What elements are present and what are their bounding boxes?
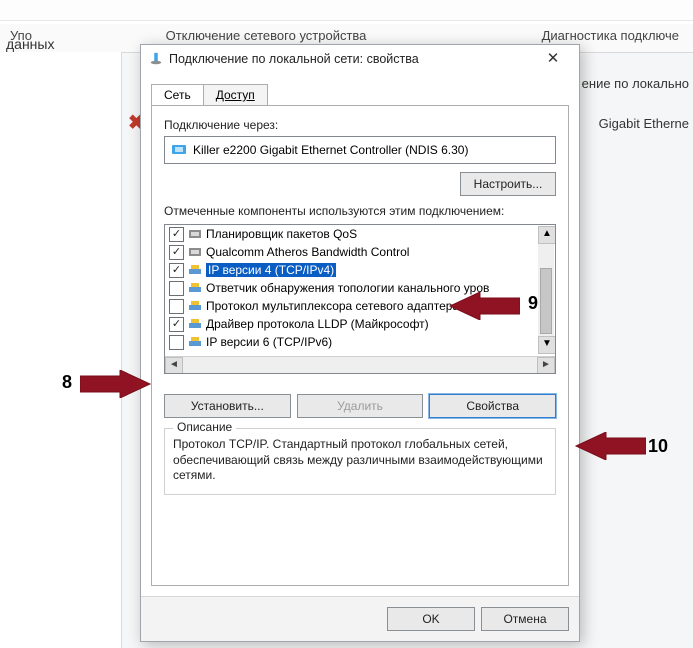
checkbox[interactable] xyxy=(169,335,184,350)
protocol-icon xyxy=(188,335,202,349)
bg-right-text-2: Gigabit Etherne xyxy=(599,116,689,131)
list-item[interactable]: Ответчик обнаружения топологии канальног… xyxy=(165,279,555,297)
description-group: Описание Протокол TCP/IP. Стандартный пр… xyxy=(164,428,556,495)
protocol-icon xyxy=(188,281,202,295)
scroll-thumb[interactable] xyxy=(540,268,552,334)
checkbox[interactable] xyxy=(169,299,184,314)
network-icon xyxy=(149,52,163,66)
protocol-icon xyxy=(188,299,202,313)
list-item[interactable]: Qualcomm Atheros Bandwidth Control xyxy=(165,243,555,261)
checkbox[interactable] xyxy=(169,263,184,278)
description-text: Протокол TCP/IP. Стандартный протокол гл… xyxy=(173,437,547,484)
bg-right-text-1: ение по локально xyxy=(582,76,689,91)
list-item-text: IP версии 6 (TCP/IPv6) xyxy=(206,335,332,349)
scroll-right-arrow[interactable]: ► xyxy=(537,357,555,374)
list-item[interactable]: Протокол мультиплексора сетевого адаптер… xyxy=(165,297,555,315)
list-item-text: Планировщик пакетов QoS xyxy=(206,227,357,241)
component-buttons: Установить... Удалить Свойства xyxy=(164,394,556,418)
checkbox[interactable] xyxy=(169,317,184,332)
tab-access[interactable]: Доступ xyxy=(203,84,268,106)
nic-icon xyxy=(171,143,187,157)
dialog-footer: OK Отмена xyxy=(141,596,579,641)
remove-button: Удалить xyxy=(297,394,424,418)
vertical-scrollbar[interactable]: ▲ ▼ xyxy=(538,226,554,354)
service-icon xyxy=(188,227,202,241)
list-item-text: IP версии 4 (TCP/IPv4) xyxy=(206,263,336,277)
list-item-text: Протокол мультиплексора сетевого адаптер… xyxy=(206,299,483,313)
description-legend: Описание xyxy=(173,420,236,434)
components-list[interactable]: ▲ ▼ Планировщик пакетов QoS Qualcomm Athe… xyxy=(164,224,556,374)
properties-button[interactable]: Свойства xyxy=(429,394,556,418)
ok-button[interactable]: OK xyxy=(387,607,475,631)
list-item[interactable]: IP версии 6 (TCP/IPv6) xyxy=(165,333,555,351)
tab-row: Сеть Доступ xyxy=(141,73,579,105)
components-label: Отмеченные компоненты используются этим … xyxy=(164,204,556,218)
list-item-text: Ответчик обнаружения топологии канальног… xyxy=(206,281,489,295)
protocol-icon xyxy=(188,317,202,331)
list-item[interactable]: Планировщик пакетов QoS xyxy=(165,225,555,243)
dialog-title: Подключение по локальной сети: свойства xyxy=(169,52,533,66)
adapter-field: Killer e2200 Gigabit Ethernet Controller… xyxy=(164,136,556,164)
cancel-button[interactable]: Отмена xyxy=(481,607,569,631)
adapter-name: Killer e2200 Gigabit Ethernet Controller… xyxy=(193,143,468,157)
connect-via-label: Подключение через: xyxy=(164,118,556,132)
list-item-text: Драйвер протокола LLDP (Майкрософт) xyxy=(206,317,429,331)
list-item[interactable]: Драйвер протокола LLDP (Майкрософт) xyxy=(165,315,555,333)
checkbox[interactable] xyxy=(169,227,184,242)
properties-dialog: Подключение по локальной сети: свойства … xyxy=(140,44,580,642)
checkbox[interactable] xyxy=(169,281,184,296)
bg-sidebar-label: данных xyxy=(6,36,54,52)
tab-network[interactable]: Сеть xyxy=(151,84,204,106)
titlebar: Подключение по локальной сети: свойства … xyxy=(141,45,579,73)
list-item[interactable]: IP версии 4 (TCP/IPv4) xyxy=(165,261,555,279)
scroll-up-arrow[interactable]: ▲ xyxy=(538,226,556,244)
protocol-icon xyxy=(188,263,202,277)
scroll-left-arrow[interactable]: ◄ xyxy=(165,357,183,374)
scroll-down-arrow[interactable]: ▼ xyxy=(538,336,556,354)
install-button[interactable]: Установить... xyxy=(164,394,291,418)
tab-page-network: Подключение через: Killer e2200 Gigabit … xyxy=(151,105,569,586)
annotation-label-8: 8 xyxy=(62,372,72,393)
checkbox[interactable] xyxy=(169,245,184,260)
close-button[interactable]: ✕ xyxy=(533,47,573,71)
horizontal-scrollbar[interactable]: ◄ ► xyxy=(165,356,555,373)
configure-button[interactable]: Настроить... xyxy=(460,172,556,196)
list-item-text: Qualcomm Atheros Bandwidth Control xyxy=(206,245,409,259)
service-icon xyxy=(188,245,202,259)
background-top-bar xyxy=(0,0,693,21)
